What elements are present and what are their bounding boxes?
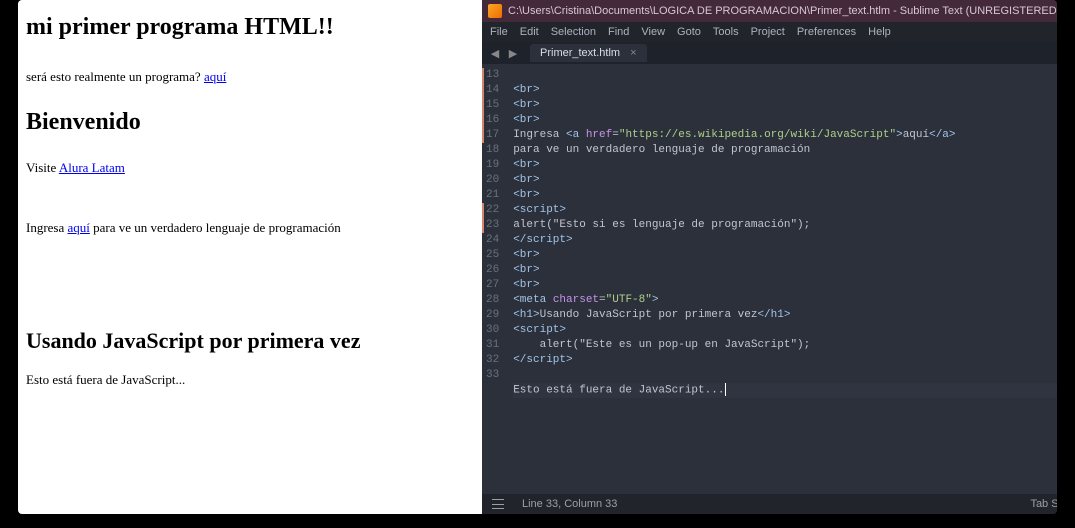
editor-area[interactable]: 13 14 15 16 17 18 19 20 21 22 23 24 25 2… xyxy=(482,64,1057,494)
menu-file[interactable]: File xyxy=(490,26,508,38)
browser-pane: mi primer programa HTML!! será esto real… xyxy=(18,0,482,514)
line-number: 24 xyxy=(486,233,499,248)
line-number: 33 xyxy=(486,368,499,383)
line-number: 20 xyxy=(486,173,499,188)
line-number: 13 xyxy=(486,68,499,83)
line-number: 16 xyxy=(486,113,499,128)
tab-label: Primer_text.htlm xyxy=(540,47,620,59)
line-number: 17 xyxy=(486,128,499,143)
nav-back-icon[interactable]: ◀ xyxy=(488,47,502,60)
window-title: C:\Users\Cristina\Documents\LOGICA DE PR… xyxy=(508,5,1057,17)
line-number: 22 xyxy=(486,203,499,218)
p1-text: será esto realmente un programa? xyxy=(26,69,204,84)
menu-goto[interactable]: Goto xyxy=(677,26,701,38)
tab-close-icon[interactable]: × xyxy=(630,47,636,59)
line-number: 23 xyxy=(486,218,499,233)
screen-frame: mi primer programa HTML!! será esto real… xyxy=(18,0,1057,514)
line-number: 19 xyxy=(486,158,499,173)
nav-forward-icon[interactable]: ▶ xyxy=(506,47,520,60)
line-number-gutter: 13 14 15 16 17 18 19 20 21 22 23 24 25 2… xyxy=(482,64,507,494)
paragraph-4: Esto está fuera de JavaScript... xyxy=(26,372,474,388)
page-heading-bienvenido: Bienvenido xyxy=(26,109,474,136)
menu-tools[interactable]: Tools xyxy=(713,26,739,38)
menu-edit[interactable]: Edit xyxy=(520,26,539,38)
status-tabsize[interactable]: Tab Size: 4 xyxy=(1030,498,1057,510)
p3-link[interactable]: aquí xyxy=(68,220,90,235)
menu-selection[interactable]: Selection xyxy=(551,26,596,38)
sidebar-toggle-icon[interactable] xyxy=(492,499,504,509)
line-number: 15 xyxy=(486,98,499,113)
line-number: 32 xyxy=(486,353,499,368)
menu-bar: File Edit Selection Find View Goto Tools… xyxy=(482,22,1057,42)
menu-preferences[interactable]: Preferences xyxy=(797,26,856,38)
menu-find[interactable]: Find xyxy=(608,26,629,38)
file-tab[interactable]: Primer_text.htlm × xyxy=(530,44,647,62)
p2-text: Visite xyxy=(26,160,59,175)
p3-suffix: para ve un verdadero lenguaje de program… xyxy=(90,220,341,235)
p3-prefix: Ingresa xyxy=(26,220,68,235)
status-linecol[interactable]: Line 33, Column 33 xyxy=(522,498,617,510)
p2-link[interactable]: Alura Latam xyxy=(59,160,125,175)
text-cursor xyxy=(725,383,726,396)
line-number: 27 xyxy=(486,278,499,293)
app-icon xyxy=(488,4,502,18)
line-number: 26 xyxy=(486,263,499,278)
line-number: 18 xyxy=(486,143,499,158)
page-heading-js: Usando JavaScript por primera vez xyxy=(26,328,474,354)
p1-link[interactable]: aquí xyxy=(204,69,226,84)
tab-row: ◀ ▶ Primer_text.htlm × + ▼ xyxy=(482,42,1057,64)
status-bar: Line 33, Column 33 Tab Size: 4 Plain Tex… xyxy=(482,494,1057,514)
code-editor[interactable]: <br> <br> <br> Ingresa <a href="https://… xyxy=(507,64,1057,494)
paragraph-3: Ingresa aquí para ve un verdadero lengua… xyxy=(26,220,474,236)
paragraph-1: será esto realmente un programa? aquí xyxy=(26,69,474,85)
line-number: 29 xyxy=(486,308,499,323)
menu-view[interactable]: View xyxy=(641,26,665,38)
line-number: 30 xyxy=(486,323,499,338)
line-number: 21 xyxy=(486,188,499,203)
line-number: 28 xyxy=(486,293,499,308)
window-titlebar[interactable]: C:\Users\Cristina\Documents\LOGICA DE PR… xyxy=(482,0,1057,22)
sublime-window: C:\Users\Cristina\Documents\LOGICA DE PR… xyxy=(482,0,1057,514)
diff-marker xyxy=(482,68,484,143)
line-number: 14 xyxy=(486,83,499,98)
menu-help[interactable]: Help xyxy=(868,26,891,38)
menu-project[interactable]: Project xyxy=(751,26,785,38)
page-heading-main: mi primer programa HTML!! xyxy=(26,14,474,41)
diff-marker xyxy=(482,203,484,233)
line-number: 25 xyxy=(486,248,499,263)
line-number: 31 xyxy=(486,338,499,353)
paragraph-2: Visite Alura Latam xyxy=(26,160,474,176)
